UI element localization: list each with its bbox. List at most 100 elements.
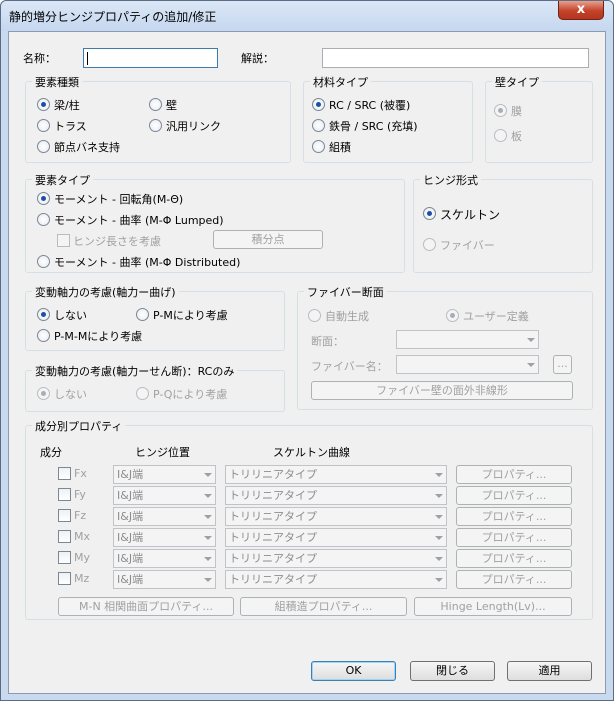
col-hinge-position-header: ヒンジ位置 [135, 446, 190, 459]
material-steel-src-radio[interactable] [312, 119, 325, 132]
material-type-title: 材料タイプ [310, 74, 371, 90]
component-mx-label: Mx [74, 530, 91, 543]
fiber-name-browse-button[interactable]: ... [553, 355, 572, 374]
fiber-section-select[interactable] [396, 330, 539, 349]
fiber-section-group: ファイバー断面 自動生成 ユーザー定義 断面： ファイバー名： ... ファイバ… [297, 284, 593, 410]
masonry-property-button[interactable]: 組積造プロパティ... [240, 597, 407, 616]
hinge-form-group: ヒンジ形式 スケルトン ファイバー [413, 172, 593, 273]
chevron-down-icon [435, 557, 443, 561]
dialog-body: 名称： 解説： 要素種類 梁/柱 壁 トラス 汎用リンク 節点バネ支持 材料タイ… [8, 31, 606, 694]
chevron-down-icon [435, 578, 443, 582]
component-mz-checkbox[interactable] [58, 572, 71, 585]
wall-membrane-radio[interactable] [494, 104, 507, 117]
component-mz-hinge-position-select[interactable]: I&J端 [113, 570, 216, 589]
element-kind-node-spring-label: 節点バネ支持 [54, 141, 120, 154]
element-kind-general-link-label: 汎用リンク [166, 120, 221, 133]
element-kind-wall-radio[interactable] [149, 98, 162, 111]
axial-shear-title: 変動軸力の考慮(軸力ーせん断)：RCのみ [32, 363, 238, 379]
description-input[interactable] [322, 48, 589, 68]
fiber-name-select[interactable] [396, 355, 539, 374]
dialog-window: 静的増分ヒンジプロパティの追加/修正 x 名称： 解説： 要素種類 梁/柱 壁 … [0, 0, 614, 701]
moment-rotation-radio[interactable] [37, 192, 50, 205]
material-rc-src-label: RC / SRC (被覆) [329, 99, 411, 112]
component-mx-skeleton-select[interactable]: トリリニアタイプ [225, 528, 447, 547]
component-mx-checkbox[interactable] [58, 530, 71, 543]
chevron-down-icon [204, 515, 212, 519]
fiber-user-defined-radio[interactable] [446, 309, 459, 322]
close-window-button[interactable]: x [558, 1, 604, 20]
close-button[interactable]: 閉じる [410, 661, 495, 681]
chevron-down-icon [435, 515, 443, 519]
component-my-skeleton-select[interactable]: トリリニアタイプ [225, 549, 447, 568]
material-rc-src-radio[interactable] [312, 98, 325, 111]
axial-bending-pmm-label: P-M-Mにより考慮 [54, 330, 143, 343]
moment-curvature-lumped-radio[interactable] [37, 213, 50, 226]
hinge-fiber-radio[interactable] [423, 238, 436, 251]
component-fz-checkbox[interactable] [58, 509, 71, 522]
element-kind-truss-radio[interactable] [37, 119, 50, 132]
component-fy-skeleton-select[interactable]: トリリニアタイプ [225, 486, 447, 505]
component-my-label: My [74, 551, 91, 564]
component-mx-hinge-position-select[interactable]: I&J端 [113, 528, 216, 547]
description-label: 解説： [241, 52, 274, 65]
component-fx-skeleton-select[interactable]: トリリニアタイプ [225, 465, 447, 484]
ok-button[interactable]: OK [311, 661, 396, 681]
component-my-hinge-position-select[interactable]: I&J端 [113, 549, 216, 568]
hinge-length-lv-button[interactable]: Hinge Length(Lv)... [414, 597, 572, 616]
component-fz-skeleton-select[interactable]: トリリニアタイプ [225, 507, 447, 526]
component-mz-skeleton-select[interactable]: トリリニアタイプ [225, 570, 447, 589]
moment-curvature-lumped-label: モーメント - 曲率 (M-Φ Lumped) [54, 214, 224, 227]
fiber-auto-label: 自動生成 [325, 310, 369, 323]
col-component-header: 成分 [40, 446, 62, 459]
element-kind-group: 要素種類 梁/柱 壁 トラス 汎用リンク 節点バネ支持 [25, 74, 291, 163]
component-mx-property-button[interactable]: プロパティ... [456, 528, 572, 547]
mn-interaction-surface-button[interactable]: M-N 相関曲面プロパティ... [58, 597, 234, 616]
hinge-form-title: ヒンジ形式 [420, 172, 481, 188]
element-kind-general-link-radio[interactable] [149, 119, 162, 132]
chevron-down-icon [204, 494, 212, 498]
hinge-length-checkbox[interactable] [57, 234, 70, 247]
axial-bending-none-radio[interactable] [37, 308, 50, 321]
apply-button[interactable]: 適用 [507, 661, 592, 681]
component-fz-property-button[interactable]: プロパティ... [456, 507, 572, 526]
element-kind-wall-label: 壁 [166, 99, 177, 112]
element-kind-node-spring-radio[interactable] [37, 140, 50, 153]
moment-curvature-distributed-radio[interactable] [37, 255, 50, 268]
chevron-down-icon [204, 473, 212, 477]
component-fx-property-button[interactable]: プロパティ... [456, 465, 572, 484]
hinge-skeleton-label: スケルトン [440, 208, 501, 222]
component-fy-property-button[interactable]: プロパティ... [456, 486, 572, 505]
wall-plate-label: 板 [511, 130, 522, 143]
axial-bending-pmm-radio[interactable] [37, 329, 50, 342]
name-input[interactable] [83, 48, 218, 68]
component-fy-checkbox[interactable] [58, 488, 71, 501]
fiber-name-label: ファイバー名： [311, 360, 388, 373]
integration-point-button[interactable]: 積分点 [213, 230, 323, 249]
axial-shear-none-radio[interactable] [37, 387, 50, 400]
component-mz-property-button[interactable]: プロパティ... [456, 570, 572, 589]
fiber-auto-radio[interactable] [308, 309, 321, 322]
component-my-checkbox[interactable] [58, 551, 71, 564]
axial-shear-pq-radio[interactable] [136, 387, 149, 400]
chevron-down-icon [527, 363, 535, 367]
component-fz-label: Fz [74, 509, 87, 522]
component-my-property-button[interactable]: プロパティ... [456, 549, 572, 568]
material-masonry-label: 組積 [329, 141, 351, 154]
fiber-user-defined-label: ユーザー定義 [463, 310, 529, 323]
axial-bending-pm-radio[interactable] [136, 308, 149, 321]
material-masonry-radio[interactable] [312, 140, 325, 153]
component-fy-hinge-position-select[interactable]: I&J端 [113, 486, 216, 505]
component-fy-label: Fy [74, 488, 86, 501]
hinge-length-label: ヒンジ長さを考慮 [73, 235, 161, 248]
wall-type-title: 壁タイプ [492, 74, 542, 90]
fiber-wall-out-of-plane-button[interactable]: ファイバー壁の面外非線形 [311, 381, 573, 400]
wall-membrane-label: 膜 [511, 105, 522, 118]
component-fx-hinge-position-select[interactable]: I&J端 [113, 465, 216, 484]
axial-bending-title: 変動軸力の考慮(軸力ー曲げ) [32, 284, 179, 300]
component-fx-checkbox[interactable] [58, 467, 71, 480]
hinge-skeleton-radio[interactable] [423, 207, 436, 220]
title-bar[interactable]: 静的増分ヒンジプロパティの追加/修正 x [1, 1, 613, 31]
element-kind-beam-column-radio[interactable] [37, 98, 50, 111]
component-fz-hinge-position-select[interactable]: I&J端 [113, 507, 216, 526]
wall-plate-radio[interactable] [494, 129, 507, 142]
